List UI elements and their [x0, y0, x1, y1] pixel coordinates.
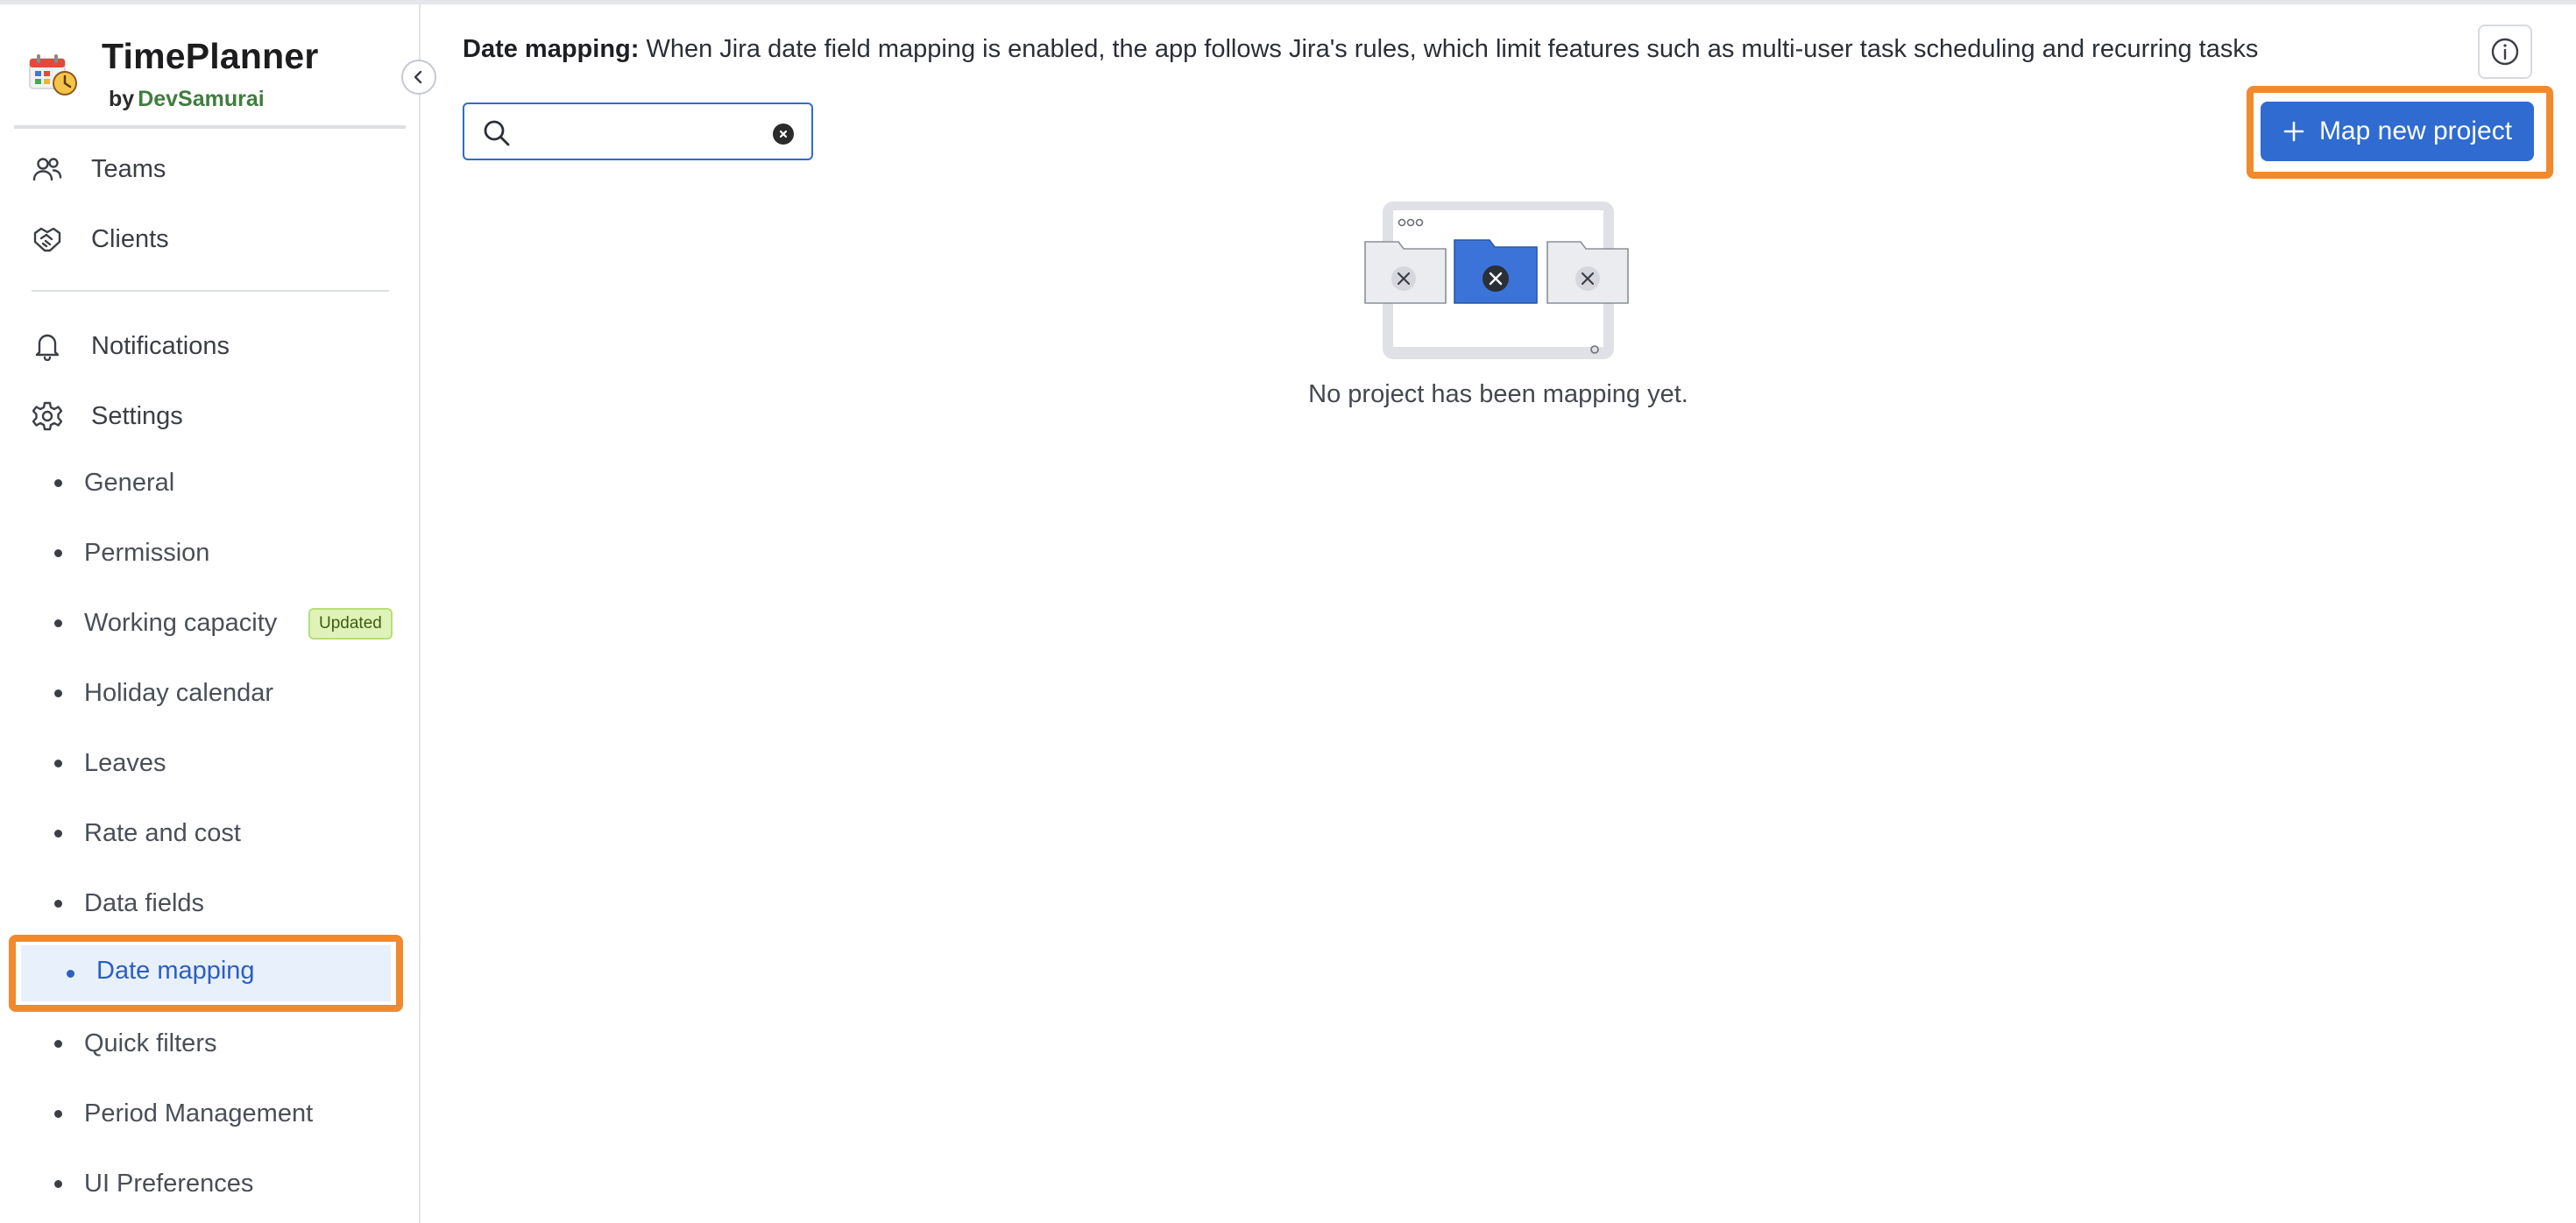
- settings-item-holiday-calendar[interactable]: Holiday calendar: [0, 667, 403, 719]
- settings-item-label: Quick filters: [84, 1029, 217, 1057]
- settings-item-label: Period Management: [84, 1099, 314, 1128]
- date-mapping-notice: Date mapping: When Jira date field mappi…: [463, 35, 2258, 64]
- settings-item-quick-filters[interactable]: Quick filters: [0, 1017, 403, 1070]
- handshake-icon: [32, 223, 63, 255]
- bullet: [54, 479, 62, 487]
- empty-folders-illustration: [1364, 201, 1629, 359]
- settings-item-ui-preferences[interactable]: UI Preferences: [0, 1157, 403, 1210]
- sidebar-item-label: Teams: [91, 154, 166, 183]
- info-icon: [2491, 38, 2519, 66]
- sidebar-divider: [14, 125, 406, 129]
- bullet: [54, 1110, 62, 1118]
- sidebar-item-label: Notifications: [91, 331, 230, 360]
- settings-item-label: General: [84, 468, 175, 497]
- updated-badge: Updated: [308, 608, 393, 640]
- timeplanner-logo-icon: [29, 54, 77, 95]
- maker-link[interactable]: DevSamurai: [138, 87, 265, 111]
- search-input[interactable]: [522, 113, 759, 152]
- byline-prefix: by: [109, 87, 135, 111]
- app-name: TimePlanner: [102, 36, 319, 76]
- clear-search-icon[interactable]: [773, 124, 794, 145]
- bullet: [67, 970, 74, 978]
- sidebar-item-notifications[interactable]: Notifications: [32, 322, 400, 371]
- settings-item-period-management[interactable]: Period Management: [0, 1087, 403, 1140]
- bullet: [54, 1180, 62, 1188]
- settings-item-label: Permission: [84, 538, 210, 567]
- sidebar-item-settings[interactable]: Settings: [32, 392, 400, 441]
- settings-item-data-fields[interactable]: Data fields: [0, 877, 403, 930]
- bell-icon: [32, 330, 63, 362]
- bullet: [54, 900, 62, 908]
- plus-icon: [2283, 121, 2304, 142]
- brand: TimePlanner by DevSamurai: [28, 32, 396, 120]
- settings-item-rate-and-cost[interactable]: Rate and cost: [0, 807, 403, 859]
- settings-item-date-mapping[interactable]: Date mapping: [9, 935, 403, 1012]
- settings-item-label: Date mapping: [96, 957, 255, 985]
- bullet: [54, 689, 62, 697]
- empty-state-message: No project has been mapping yet.: [1308, 380, 1688, 408]
- settings-item-leaves[interactable]: Leaves: [0, 737, 403, 789]
- map-new-project-button[interactable]: Map new project: [2261, 102, 2534, 161]
- info-button[interactable]: [2478, 25, 2532, 79]
- settings-item-label: UI Preferences: [84, 1169, 254, 1198]
- settings-item-label: Working capacity: [84, 608, 278, 637]
- notice-title: Date mapping:: [463, 35, 640, 63]
- project-search[interactable]: [463, 103, 813, 160]
- settings-item-general[interactable]: General: [0, 456, 403, 509]
- sidebar-divider: [32, 290, 389, 292]
- gear-icon: [32, 400, 63, 432]
- settings-item-label: Holiday calendar: [84, 678, 274, 707]
- settings-item-working-capacity[interactable]: Working capacity Updated: [0, 597, 403, 649]
- bullet: [54, 830, 62, 838]
- sidebar-item-label: Settings: [91, 401, 183, 430]
- settings-item-label: Leaves: [84, 748, 166, 777]
- sidebar-item-teams[interactable]: Teams: [32, 145, 400, 194]
- bullet: [54, 760, 62, 767]
- active-item-background: Date mapping: [21, 945, 391, 1001]
- settings-item-label: Data fields: [84, 888, 205, 917]
- notice-text: When Jira date field mapping is enabled,…: [646, 35, 2259, 63]
- sidebar-item-label: Clients: [91, 224, 169, 253]
- search-icon: [484, 120, 510, 146]
- sidebar-item-clients[interactable]: Clients: [32, 215, 400, 264]
- settings-item-label: Rate and cost: [84, 818, 241, 847]
- map-new-project-label: Map new project: [2318, 117, 2513, 145]
- settings-item-permission[interactable]: Permission: [0, 527, 403, 579]
- chevron-left-icon: [414, 70, 422, 84]
- people-icon: [32, 153, 63, 185]
- bullet: [54, 619, 62, 627]
- app-byline: by DevSamurai: [109, 87, 265, 112]
- bullet: [54, 549, 62, 557]
- sidebar: TimePlanner byDevSamurai Teams Clients: [0, 4, 421, 1223]
- collapse-sidebar-button[interactable]: [401, 60, 436, 95]
- bullet: [54, 1040, 62, 1048]
